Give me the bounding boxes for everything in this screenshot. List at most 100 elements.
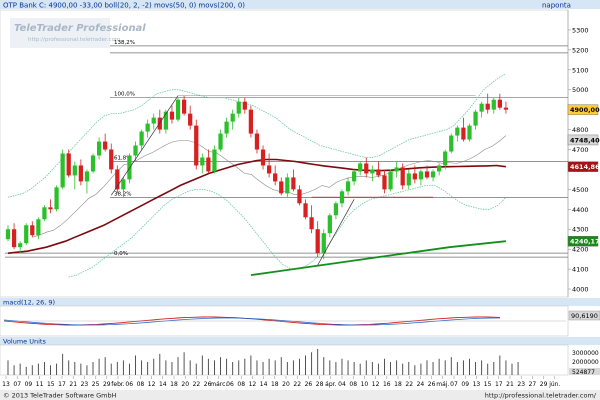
price-tag: 4614,86 [570, 163, 600, 171]
candle-body [424, 171, 430, 178]
candle-body [230, 113, 235, 122]
date-tick-label: 18 [170, 381, 178, 388]
candle-body [200, 157, 205, 166]
date-tick-label: 26 [305, 381, 313, 388]
candle-body [455, 127, 460, 136]
price-tick-label: 4700 [572, 146, 589, 154]
price-tick-label: 5000 [572, 86, 589, 94]
macd-value: 90,6190 [571, 312, 598, 320]
candle-body [285, 177, 290, 194]
candle-body [30, 225, 35, 236]
candle-body [145, 123, 150, 132]
date-tick-label: 29 [103, 381, 111, 388]
date-tick-label: 07 [13, 381, 21, 388]
candle-body [248, 109, 254, 134]
candle-body [188, 113, 193, 126]
price-tag: 4240,17 [570, 238, 600, 246]
price-tick-label: 5300 [572, 26, 589, 34]
price-tick-label: 4200 [572, 246, 589, 254]
date-tick-label: márc. [210, 381, 227, 388]
candle-body [151, 117, 156, 124]
volume-label: Volume Units [3, 338, 46, 346]
candle-body [370, 169, 375, 174]
watermark-url: http://professional.teletrader.com [28, 37, 120, 43]
price-tick-label: 4400 [572, 206, 589, 214]
date-tick-label: 22 [405, 381, 413, 388]
date-tick-label: 11 [36, 381, 44, 388]
date-tick-label: 22 [293, 381, 301, 388]
date-tick-label: 09 [25, 381, 33, 388]
candle-body [157, 117, 162, 130]
candle-body [333, 203, 339, 216]
date-tick-label: máj. [436, 381, 449, 388]
date-tick-label: 23 [81, 381, 89, 388]
date-axis: 13 07 09 11 15 17 21 23 25 29 febr. 06 08 12 14 18 20 22 2… [0, 376, 600, 389]
date-tick-label: 27 [529, 381, 537, 388]
candle-body [479, 103, 484, 112]
candle-body [42, 207, 47, 220]
date-tick-label: 21 [69, 381, 77, 388]
fib-label: 38,2% [114, 191, 131, 197]
candle-body [430, 171, 436, 178]
footer-url[interactable]: http://professional.teletrader.com/ [485, 392, 597, 400]
candle-body [36, 219, 41, 236]
candle-body [60, 153, 65, 188]
date-tick-label: 13 [473, 381, 481, 388]
candle-body [254, 133, 260, 150]
candle-body [139, 131, 144, 146]
candle-body [303, 203, 308, 218]
candle-body [309, 217, 314, 230]
date-tick-label: 18 [271, 381, 279, 388]
date-tick-label: 20 [282, 381, 290, 388]
candle-body [5, 229, 11, 240]
fib-label: 100,0% [114, 92, 135, 98]
candle-body [473, 111, 478, 126]
date-tick-label: 14 [260, 381, 268, 388]
date-tick-label: 15 [47, 381, 55, 388]
date-tick-label: 08 [237, 381, 245, 388]
chart-title: OTP Bank C: 4900,00 -33,00 boll(20, 2, -… [3, 2, 245, 10]
candle-body [181, 99, 187, 114]
candle-body [273, 173, 278, 182]
candle-body [18, 243, 23, 248]
price-tick-label: 4100 [572, 266, 589, 274]
date-tick-label: 28 [316, 381, 324, 388]
candle-body [394, 167, 399, 172]
candle-body [109, 149, 114, 170]
date-tick-label: 10 [361, 381, 369, 388]
price-tick-label: 4500 [572, 186, 589, 194]
candle-body [418, 171, 424, 180]
date-tick-label: 17 [495, 381, 503, 388]
candle-body [279, 181, 284, 194]
date-tick-label: 24 [417, 381, 425, 388]
macd-panel: macd(12, 26, 9) 90,6190 [0, 298, 600, 337]
candle-body [351, 171, 357, 182]
candle-body [127, 155, 132, 180]
candle-body [121, 179, 126, 190]
candle-body [345, 181, 351, 192]
candle-body [224, 121, 229, 134]
candle-body [72, 165, 77, 176]
candle-body [96, 141, 102, 156]
date-tick-label: 13 [2, 381, 10, 388]
date-tick-label: 15 [484, 381, 492, 388]
candle-body [291, 177, 296, 190]
candle-body [133, 145, 138, 156]
candle-body [406, 173, 411, 186]
date-tick-label: 18 [394, 381, 402, 388]
date-tick-label: 16 [383, 381, 391, 388]
candle-body [48, 207, 53, 210]
stock-chart: OTP Bank C: 4900,00 -33,00 boll(20, 2, -… [0, 0, 600, 400]
date-tick-label: 14 [159, 381, 167, 388]
candle-body [218, 133, 223, 150]
date-tick-label: 26 [428, 381, 436, 388]
date-tick-label: 12 [372, 381, 380, 388]
candle-body [485, 103, 490, 110]
price-tick-label: 5100 [572, 66, 589, 74]
macd-label: macd(12, 26, 9) [3, 299, 55, 307]
price-tag: 4900,00 [570, 106, 600, 114]
price-tick-label: 4000 [572, 286, 589, 294]
period-label[interactable]: naponta [542, 2, 571, 10]
date-tick-label: 04 [338, 381, 346, 388]
candle-body [297, 189, 302, 204]
